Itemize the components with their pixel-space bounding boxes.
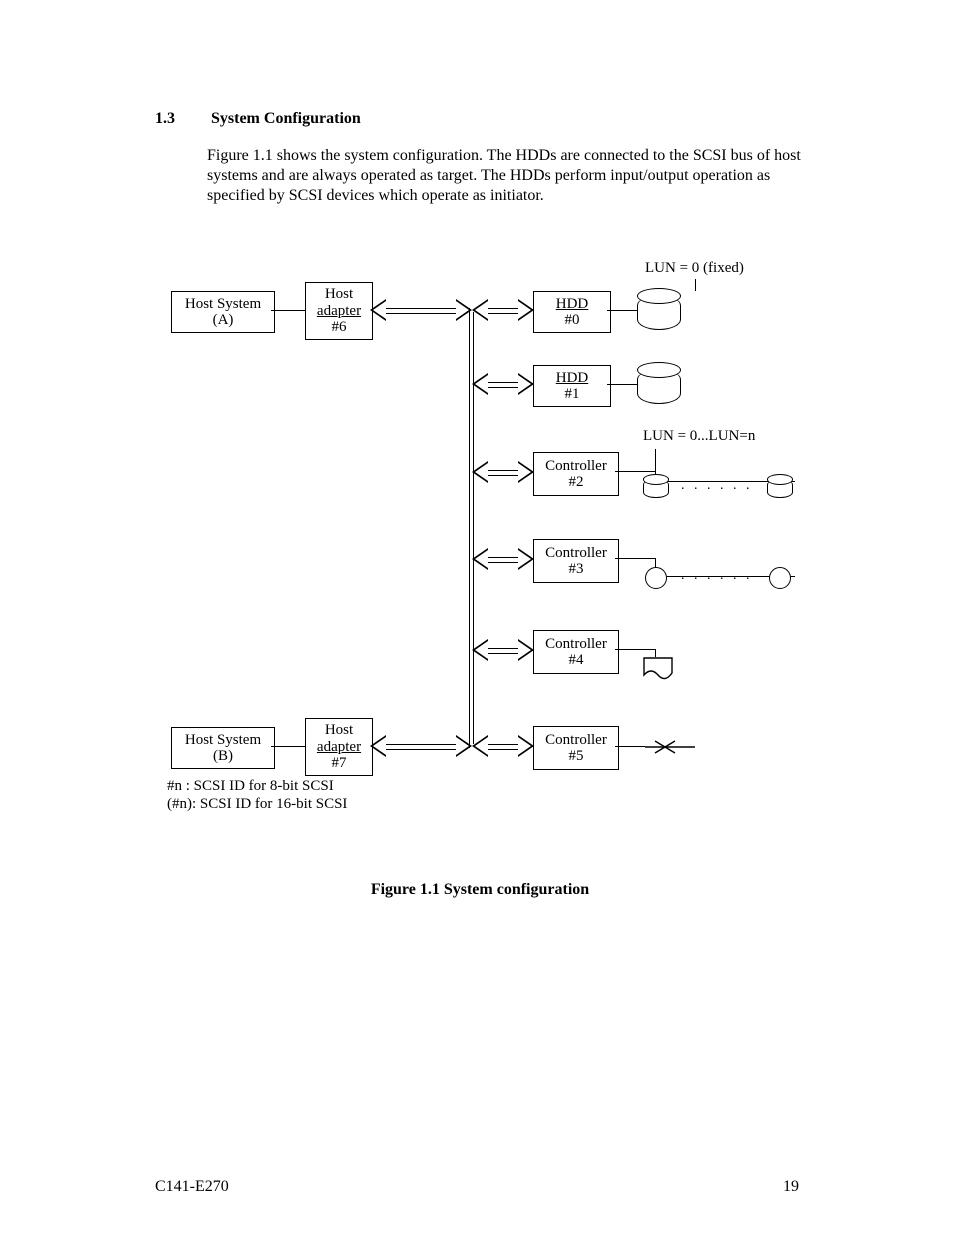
- ctrl4-l1: Controller: [545, 636, 607, 653]
- legend-line-2: (#n): SCSI ID for 16-bit SCSI: [167, 795, 347, 813]
- controller-4-box: Controller #4: [533, 630, 619, 674]
- controller-5-box: Controller #5: [533, 726, 619, 770]
- ctrl5-l2: #5: [569, 748, 584, 765]
- ctrl4-l2: #4: [569, 652, 584, 669]
- host-adapter-6-box: Host adapter #6: [305, 282, 373, 340]
- legend-line-1: #n : SCSI ID for 8-bit SCSI: [167, 777, 334, 795]
- host-b-line1: Host System: [185, 732, 261, 749]
- adapter-b-line1: Host: [325, 722, 353, 739]
- adapter-a-line2: adapter: [317, 303, 361, 320]
- host-system-b-box: Host System (B): [171, 727, 275, 769]
- bus-arrow-ctrl3: [473, 548, 533, 570]
- hdd0-box: HDD #0: [533, 291, 611, 333]
- adapter-a-line1: Host: [325, 286, 353, 303]
- section-heading: 1.3 System Configuration: [155, 110, 805, 128]
- ctrl4-tape-icon: [643, 657, 671, 679]
- lun-range-label: LUN = 0...LUN=n: [643, 429, 755, 445]
- hdd1-l1: HDD: [556, 370, 589, 387]
- ctrl5-terminator-icon: [645, 739, 679, 753]
- footer-page-number: 19: [783, 1178, 799, 1196]
- adapter-a-line3: #6: [332, 319, 347, 336]
- system-config-diagram: LUN = 0 (fixed) Host System (A) Host ada…: [165, 261, 805, 821]
- hdd1-disk-icon: [637, 369, 681, 404]
- adapter-b-line2: adapter: [317, 739, 361, 756]
- ctrl3-optical-b-icon: [769, 567, 791, 589]
- bus-arrow-ctrl2: [473, 461, 533, 483]
- hdd0-disk-icon: [637, 295, 681, 330]
- host-a-line1: Host System: [185, 296, 261, 313]
- ctrl2-dots: . . . . . .: [681, 479, 753, 494]
- ctrl5-l1: Controller: [545, 732, 607, 749]
- footer-doc-id: C141-E270: [155, 1178, 229, 1196]
- figure-caption: Figure 1.1 System configuration: [155, 881, 805, 899]
- section-number: 1.3: [155, 110, 207, 128]
- host-adapter-7-box: Host adapter #7: [305, 718, 373, 776]
- ctrl2-l1: Controller: [545, 458, 607, 475]
- lun-fixed-label: LUN = 0 (fixed): [645, 261, 744, 277]
- bus-arrow-hdd1: [473, 373, 533, 395]
- controller-2-box: Controller #2: [533, 452, 619, 496]
- ctrl3-l1: Controller: [545, 545, 607, 562]
- bus-arrow-adapter-a: [371, 299, 471, 321]
- ctrl3-l2: #3: [569, 561, 584, 578]
- bus-arrow-adapter-b: [371, 735, 471, 757]
- adapter-b-line3: #7: [332, 755, 347, 772]
- hdd0-l1: HDD: [556, 296, 589, 313]
- section-title: System Configuration: [211, 110, 361, 127]
- ctrl2-disk-a-icon: [643, 479, 669, 498]
- ctrl3-optical-a-icon: [645, 567, 667, 589]
- ctrl2-l2: #2: [569, 474, 584, 491]
- controller-3-box: Controller #3: [533, 539, 619, 583]
- intro-paragraph: Figure 1.1 shows the system configuratio…: [207, 146, 805, 206]
- ctrl2-disk-b-icon: [767, 479, 793, 498]
- bus-arrow-ctrl4: [473, 639, 533, 661]
- ctrl3-dots: . . . . . .: [681, 569, 753, 584]
- hdd1-l2: #1: [565, 386, 580, 403]
- hdd1-box: HDD #1: [533, 365, 611, 407]
- host-system-a-box: Host System (A): [171, 291, 275, 333]
- host-b-line2: (B): [213, 748, 233, 765]
- hdd0-l2: #0: [565, 312, 580, 329]
- bus-arrow-hdd0: [473, 299, 533, 321]
- bus-arrow-ctrl5: [473, 735, 533, 757]
- host-a-line2: (A): [213, 312, 234, 329]
